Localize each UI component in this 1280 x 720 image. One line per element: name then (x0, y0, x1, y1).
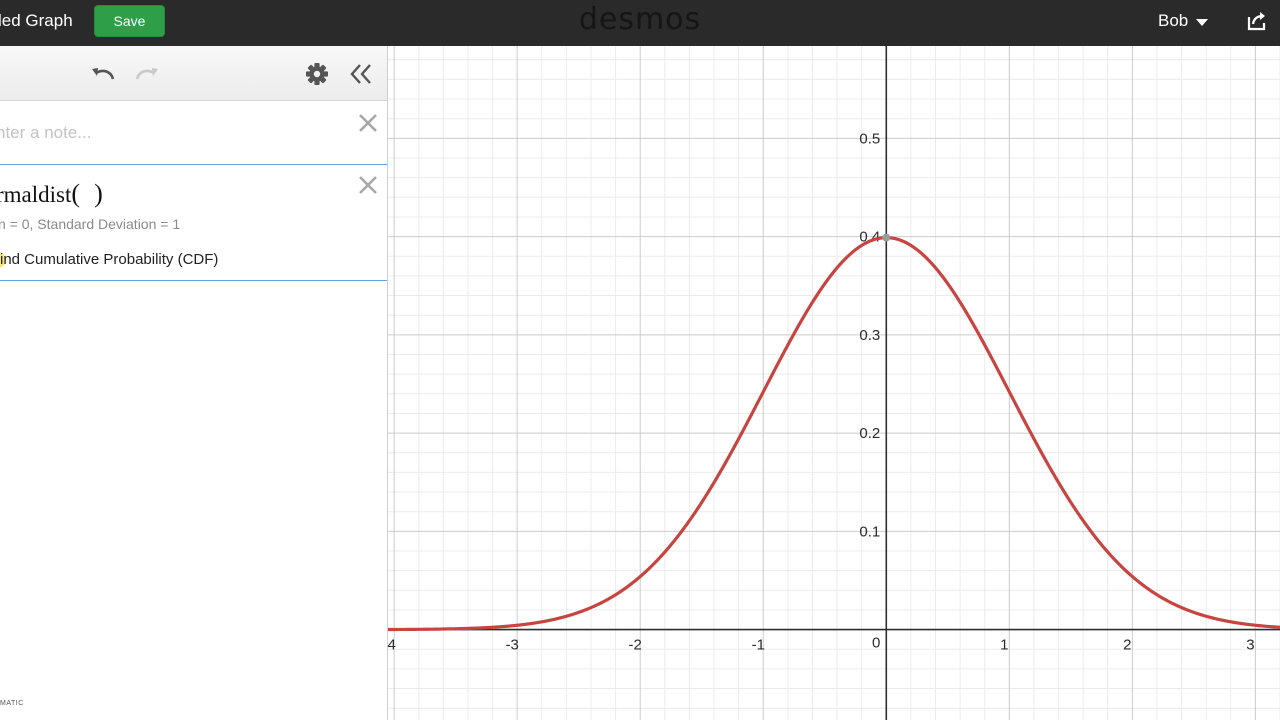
tick-labels: -4-3-2-11230.10.20.30.40.50 (388, 130, 1255, 653)
x-tick-label: -2 (629, 637, 642, 654)
x-tick-label: -3 (506, 637, 519, 654)
peak-point[interactable] (882, 233, 891, 242)
y-tick-label: 0.2 (859, 425, 880, 442)
x-tick-label: -1 (752, 637, 765, 654)
note-input[interactable] (0, 123, 336, 143)
distribution-params[interactable]: n = 0, Standard Deviation = 1 (0, 216, 180, 232)
delete-note-icon[interactable] (357, 112, 379, 134)
watermark-text: MATIC (0, 700, 24, 707)
expression-panel: rmaldist() n = 0, Standard Deviation = 1… (0, 46, 388, 720)
x-tick-label: -4 (388, 637, 396, 654)
desmos-logo: desmos (578, 2, 702, 37)
find-cdf-button[interactable]: ind Cumulative Probability (CDF) (0, 251, 218, 268)
x-tick-label: 3 (1246, 637, 1254, 654)
collapse-panel-icon[interactable] (347, 61, 375, 87)
y-tick-label: 0.3 (859, 327, 880, 344)
y-tick-label: 0.5 (859, 130, 880, 147)
minor-grid (388, 46, 1280, 720)
axes (388, 46, 1280, 720)
note-row (0, 101, 387, 165)
share-icon[interactable] (1245, 9, 1269, 33)
expression-toolbar (0, 46, 387, 101)
close-paren: ) (94, 179, 103, 208)
open-paren: ( (71, 179, 81, 208)
x-tick-label: 2 (1123, 637, 1131, 654)
undo-icon[interactable] (89, 61, 117, 87)
y-tick-label: 0.1 (859, 523, 880, 540)
caret-down-icon (1196, 18, 1209, 26)
top-bar: led Graph Save desmos Bob (0, 0, 1280, 46)
function-name: rmaldist (0, 182, 72, 207)
redo-icon[interactable] (133, 61, 161, 87)
expression-formula[interactable]: rmaldist() (0, 179, 103, 209)
x-tick-label: 1 (1000, 637, 1008, 654)
origin-label: 0 (872, 635, 880, 652)
major-grid (388, 46, 1280, 720)
gear-icon[interactable] (303, 61, 331, 87)
delete-expression-icon[interactable] (357, 174, 379, 196)
graph-paper[interactable]: -4-3-2-11230.10.20.30.40.50 (388, 46, 1280, 720)
user-name: Bob (1158, 11, 1189, 30)
graph-title[interactable]: led Graph (0, 11, 73, 31)
user-menu[interactable]: Bob (1158, 11, 1209, 31)
expression-item[interactable]: rmaldist() n = 0, Standard Deviation = 1… (0, 164, 387, 281)
save-button[interactable]: Save (94, 5, 165, 37)
